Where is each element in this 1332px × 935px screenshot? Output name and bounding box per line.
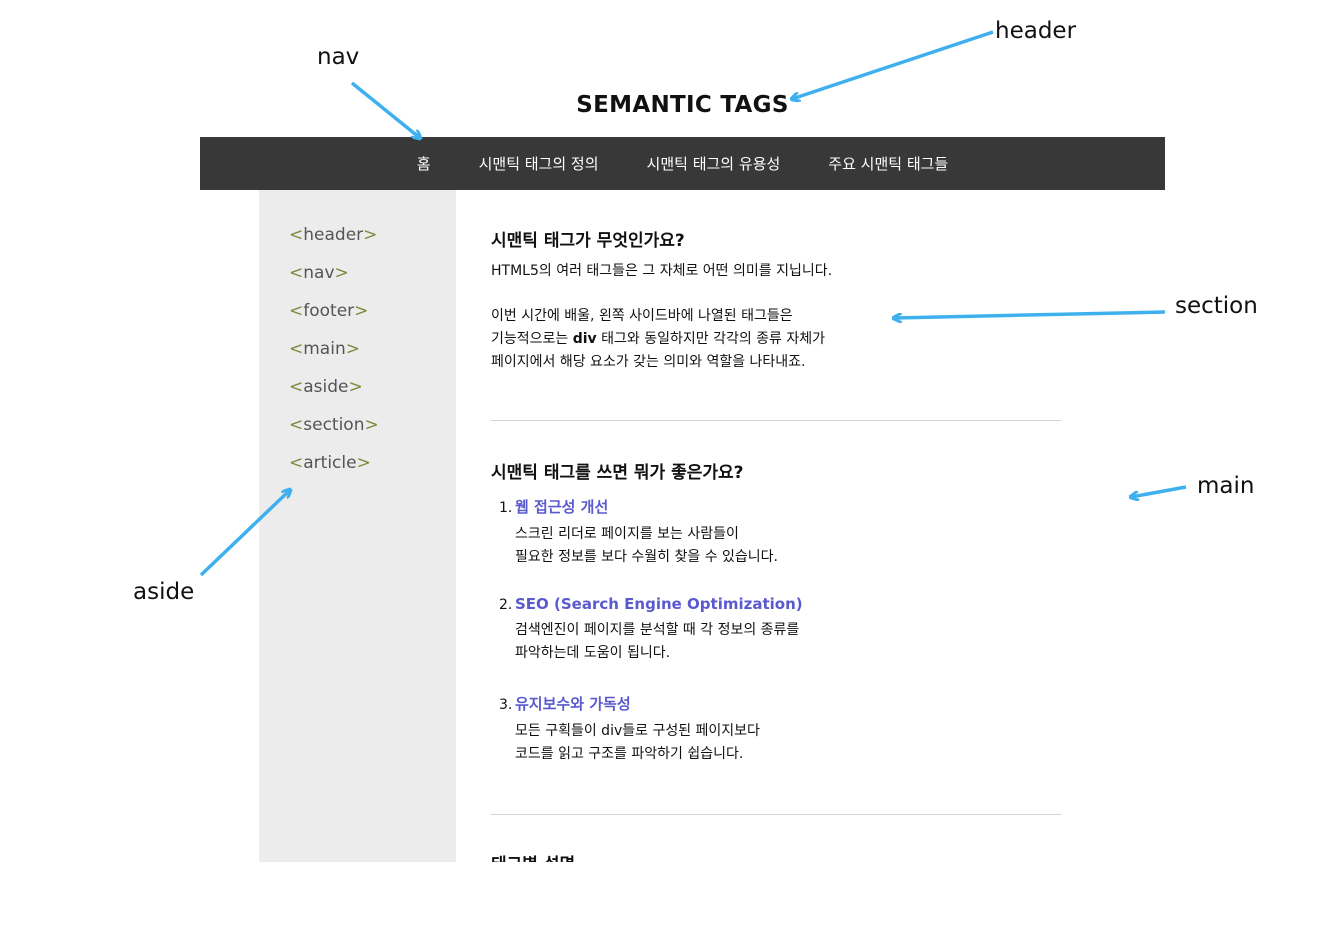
section-text-intro: HTML5의 여러 태그들은 그 자체로 어떤 의미를 지닙니다. — [491, 263, 833, 279]
benefit-item-seo: 2. SEO (Search Engine Optimization) 검색엔진이… — [499, 595, 803, 661]
section-heading-per-tag: 태그별 설명 — [491, 850, 575, 862]
aside-sidebar: <header> <nav> <footer> <main> <aside> <… — [259, 190, 456, 862]
annotation-nav-label: nav — [317, 44, 360, 70]
annotation-main-label: main — [1197, 473, 1255, 499]
nav-bar: 홈 시맨틱 태그의 정의 시맨틱 태그의 유용성 주요 시맨틱 태그들 — [200, 137, 1165, 190]
nav-item-main-tags[interactable]: 주요 시맨틱 태그들 — [828, 153, 948, 174]
sidebar-item-footer[interactable]: <footer> — [289, 301, 368, 321]
section-divider-1 — [491, 420, 1061, 421]
main-content: 시맨틱 태그가 무엇인가요? HTML5의 여러 태그들은 그 자체로 어떤 의… — [491, 190, 1061, 862]
sidebar-item-nav[interactable]: <nav> — [289, 263, 349, 283]
section-text-line2: 기능적으로는 div 태그와 동일하지만 각각의 종류 자체가 — [491, 331, 826, 347]
benefit-title-link[interactable]: SEO (Search Engine Optimization) — [515, 595, 803, 613]
page-title: SEMANTIC TAGS — [576, 92, 789, 118]
sidebar-item-header[interactable]: <header> — [289, 225, 377, 245]
section-heading-what: 시맨틱 태그가 무엇인가요? — [491, 231, 685, 251]
arrow-main — [1131, 485, 1187, 497]
annotation-section-label: section — [1175, 293, 1258, 319]
sidebar-item-section[interactable]: <section> — [289, 415, 379, 435]
sidebar-item-aside[interactable]: <aside> — [289, 377, 363, 397]
annotation-header-label: header — [995, 18, 1077, 44]
sidebar-item-main[interactable]: <main> — [289, 339, 360, 359]
arrow-header — [792, 30, 994, 99]
section-text-line1: 이번 시간에 배울, 왼쪽 사이드바에 나열된 태그들은 — [491, 308, 793, 324]
nav-item-definition[interactable]: 시맨틱 태그의 정의 — [479, 153, 599, 174]
nav-item-home[interactable]: 홈 — [417, 153, 431, 174]
benefit-item-maintenance: 3. 유지보수와 가독성 모든 구획들이 div들로 구성된 페이지보다 코드를 읽… — [499, 695, 760, 762]
nav-item-usefulness[interactable]: 시맨틱 태그의 유용성 — [647, 153, 781, 174]
annotation-aside-label: aside — [133, 579, 195, 605]
benefit-title-link[interactable]: 웹 접근성 개선 — [515, 498, 608, 516]
section-text-line3: 페이지에서 해당 요소가 갖는 의미와 역할을 나타내죠. — [491, 354, 806, 370]
benefit-item-accessibility: 1. 웹 접근성 개선 스크린 리더로 페이지를 보는 사람들이 필요한 정보를 보… — [499, 498, 778, 565]
section-divider-2 — [491, 814, 1061, 815]
sidebar-item-article[interactable]: <article> — [289, 453, 371, 473]
benefit-title-link[interactable]: 유지보수와 가독성 — [515, 695, 631, 713]
section-heading-benefits: 시맨틱 태그를 쓰면 뭐가 좋은가요? — [491, 463, 744, 483]
